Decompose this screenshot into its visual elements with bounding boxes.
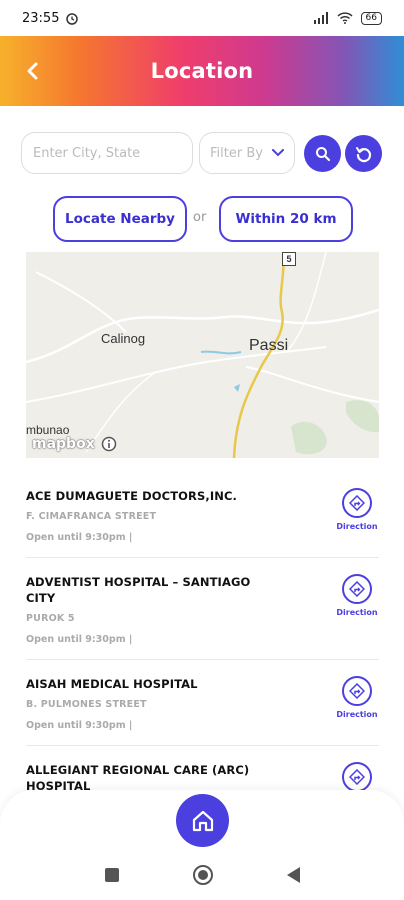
refresh-icon bbox=[355, 146, 371, 162]
header: Location bbox=[0, 36, 404, 106]
map-view[interactable]: 5 Calinog Passi mbunao mapbox bbox=[26, 252, 379, 458]
filter-by-select[interactable]: Filter By bbox=[199, 132, 295, 174]
mapbox-logo: mapbox bbox=[32, 436, 95, 452]
map-roads bbox=[26, 252, 379, 458]
result-name: ALLEGIANT REGIONAL CARE (ARC) HOSPITAL bbox=[26, 763, 250, 792]
locate-options: Locate Nearby or Within 20 km bbox=[53, 196, 353, 242]
map-label-calinog: Calinog bbox=[101, 331, 146, 346]
result-hours: Open until 9:30pm | bbox=[26, 720, 133, 731]
direction-label: Direction bbox=[336, 710, 378, 719]
direction-button[interactable]: Direction bbox=[335, 574, 379, 617]
filter-by-label: Filter By bbox=[210, 145, 263, 161]
result-street: PUROK 5 bbox=[26, 613, 75, 624]
info-icon[interactable] bbox=[101, 436, 117, 452]
reset-button[interactable] bbox=[345, 135, 382, 172]
chevron-left-icon[interactable] bbox=[22, 60, 44, 82]
status-time: 23:55 bbox=[22, 10, 60, 26]
home-button[interactable] bbox=[176, 794, 229, 847]
result-name: ACE DUMAGUETE DOCTORS,INC. bbox=[26, 489, 237, 503]
mapbox-attribution: mapbox bbox=[32, 436, 117, 452]
back-nav-icon[interactable] bbox=[286, 867, 300, 883]
direction-button[interactable]: Direction bbox=[335, 488, 379, 531]
result-street: F. CIMAFRANCA STREET bbox=[26, 511, 157, 522]
list-item[interactable]: AISAH MEDICAL HOSPITAL B. PULMONES STREE… bbox=[26, 660, 379, 746]
result-street: B. PULMONES STREET bbox=[26, 699, 147, 710]
map-label-shield: 5 bbox=[282, 252, 296, 266]
result-hours: Open until 9:30pm | bbox=[26, 532, 133, 543]
battery-indicator: 66 bbox=[360, 11, 382, 25]
direction-arrow-icon bbox=[349, 769, 365, 785]
search-icon bbox=[315, 146, 330, 161]
list-item[interactable]: ACE DUMAGUETE DOCTORS,INC. F. CIMAFRANCA… bbox=[26, 472, 379, 558]
direction-label: Direction bbox=[336, 608, 378, 617]
or-separator: or bbox=[193, 210, 207, 225]
system-nav-bar bbox=[0, 850, 404, 900]
direction-label: Direction bbox=[336, 522, 378, 531]
direction-button[interactable]: Direction bbox=[335, 676, 379, 719]
result-hours: Open until 9:30pm | bbox=[26, 634, 133, 645]
map-label-mbunao: mbunao bbox=[26, 423, 70, 437]
city-state-input[interactable] bbox=[21, 132, 193, 174]
direction-arrow-icon bbox=[349, 495, 365, 511]
direction-arrow-icon bbox=[349, 581, 365, 597]
results-list: ACE DUMAGUETE DOCTORS,INC. F. CIMAFRANCA… bbox=[26, 472, 379, 792]
map-label-passi: Passi bbox=[249, 337, 289, 354]
status-bar: 23:55 66 bbox=[0, 0, 404, 36]
direction-button[interactable] bbox=[335, 762, 379, 792]
signal-icon bbox=[313, 12, 328, 24]
direction-arrow-icon bbox=[349, 683, 365, 699]
home-icon bbox=[192, 810, 213, 831]
recents-icon[interactable] bbox=[104, 868, 119, 882]
wifi-icon bbox=[337, 12, 353, 24]
chevron-down-icon bbox=[272, 149, 284, 157]
home-nav-icon[interactable] bbox=[192, 865, 213, 885]
page-title: Location bbox=[150, 59, 254, 83]
within-radius-button[interactable]: Within 20 km bbox=[219, 196, 353, 242]
result-name: AISAH MEDICAL HOSPITAL bbox=[26, 677, 198, 691]
result-name: ADVENTIST HOSPITAL – SANTIAGO CITY bbox=[26, 575, 251, 605]
locate-nearby-button[interactable]: Locate Nearby bbox=[53, 196, 187, 242]
list-item[interactable]: ADVENTIST HOSPITAL – SANTIAGO CITY PUROK… bbox=[26, 558, 379, 660]
search-row: Filter By bbox=[21, 132, 386, 174]
list-item[interactable]: ALLEGIANT REGIONAL CARE (ARC) HOSPITAL bbox=[26, 746, 379, 792]
alarm-icon bbox=[66, 13, 79, 25]
search-button[interactable] bbox=[304, 135, 341, 172]
